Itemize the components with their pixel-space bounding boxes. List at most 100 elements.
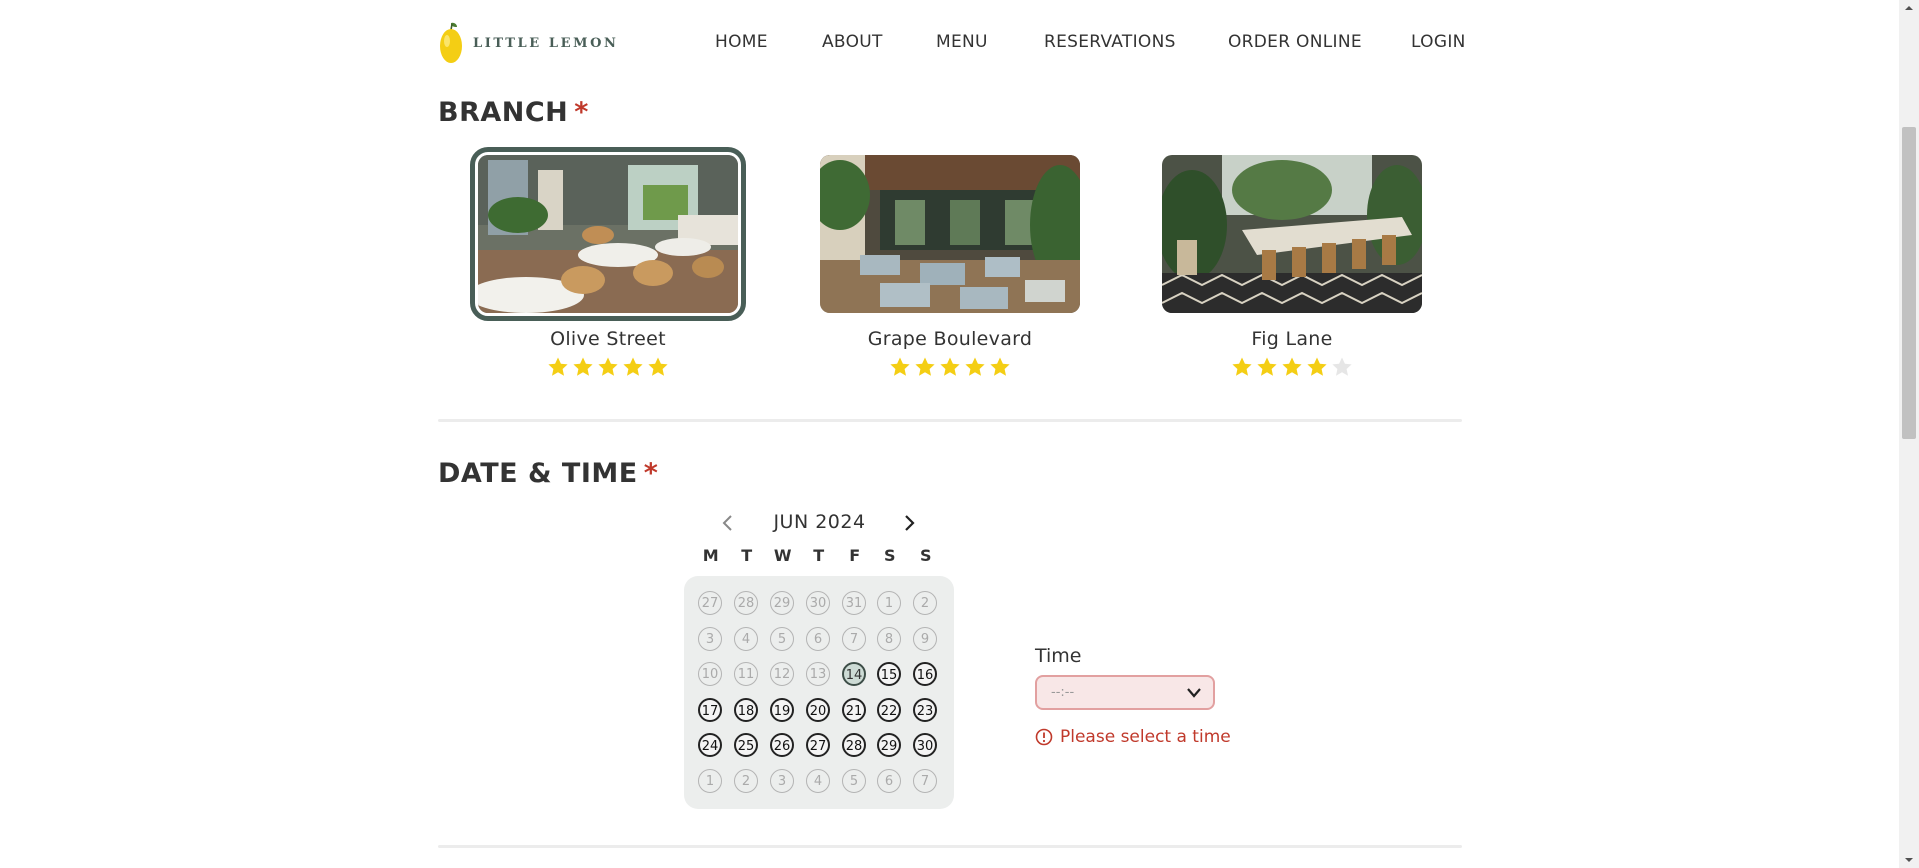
weekday-label: F bbox=[849, 546, 861, 565]
weekday-label: S bbox=[883, 546, 897, 565]
weekday-label: M bbox=[702, 546, 720, 565]
page: LITTLE LEMON HOME ABOUT MENU RESERVATION… bbox=[0, 0, 1899, 868]
calendar-day: 7 bbox=[842, 626, 866, 651]
nav-login[interactable]: LOGIN bbox=[1411, 32, 1466, 52]
required-mark: * bbox=[643, 458, 659, 489]
calendar-month-label: JUN 2024 bbox=[773, 511, 866, 533]
calendar-day: 5 bbox=[770, 626, 794, 651]
star-icon bbox=[940, 357, 960, 376]
calendar-day[interactable]: 23 bbox=[913, 697, 937, 722]
star-icon bbox=[598, 357, 618, 376]
branch-photo-grape-boulevard bbox=[820, 155, 1080, 313]
nav-home[interactable]: HOME bbox=[715, 32, 768, 52]
branch-card-grape-boulevard[interactable]: Grape Boulevard bbox=[820, 155, 1080, 378]
calendar-day: 13 bbox=[806, 662, 830, 686]
calendar-day[interactable]: 19 bbox=[770, 697, 794, 722]
time-label: Time bbox=[1035, 645, 1082, 667]
calendar-day: 29 bbox=[770, 591, 794, 615]
calendar-day: 12 bbox=[770, 662, 794, 686]
branch-photo-olive-street bbox=[470, 147, 746, 321]
star-icon bbox=[1282, 357, 1302, 376]
calendar-day[interactable]: 25 bbox=[734, 733, 758, 757]
star-rating bbox=[1162, 356, 1422, 378]
calendar-day[interactable]: 22 bbox=[877, 697, 901, 722]
star-icon bbox=[548, 357, 568, 376]
nav-about[interactable]: ABOUT bbox=[822, 32, 883, 52]
nav-order-online[interactable]: ORDER ONLINE bbox=[1228, 32, 1362, 52]
calendar-day: 10 bbox=[698, 662, 722, 686]
calendar-day: 31 bbox=[842, 591, 866, 615]
star-icon bbox=[623, 357, 643, 376]
required-mark: * bbox=[574, 97, 589, 128]
branch-photo-fig-lane bbox=[1162, 155, 1422, 313]
star-icon bbox=[1232, 357, 1252, 376]
branch-card-fig-lane[interactable]: Fig Lane bbox=[1162, 155, 1422, 378]
main-nav: HOME ABOUT MENU RESERVATIONS ORDER ONLIN… bbox=[0, 32, 1899, 54]
calendar-day: 5 bbox=[842, 768, 866, 793]
chevron-down-icon bbox=[1187, 688, 1201, 698]
calendar-day: 2 bbox=[913, 591, 937, 615]
star-icon bbox=[915, 357, 935, 376]
star-icon bbox=[1332, 357, 1352, 376]
time-error: Please select a time bbox=[1035, 727, 1231, 747]
page-scrollbar[interactable] bbox=[1899, 0, 1919, 868]
calendar-day: 30 bbox=[806, 591, 830, 615]
weekday-label: T bbox=[741, 546, 753, 565]
branch-name: Olive Street bbox=[550, 328, 666, 350]
calendar-day[interactable]: 30 bbox=[913, 733, 937, 757]
star-icon bbox=[890, 357, 910, 376]
branch-name: Fig Lane bbox=[1251, 328, 1333, 350]
calendar-day[interactable]: 28 bbox=[842, 733, 866, 757]
calendar-day[interactable]: 15 bbox=[877, 662, 901, 686]
star-icon bbox=[990, 357, 1010, 376]
calendar-day[interactable]: 26 bbox=[770, 733, 794, 757]
calendar-day: 4 bbox=[734, 626, 758, 651]
calendar-day: 7 bbox=[913, 768, 937, 793]
scroll-up-icon[interactable] bbox=[1899, 0, 1919, 16]
star-icon bbox=[1257, 357, 1277, 376]
section-divider bbox=[438, 845, 1462, 848]
calendar-day[interactable]: 24 bbox=[698, 733, 722, 757]
branch-heading: BRANCH * bbox=[438, 97, 589, 128]
star-icon bbox=[648, 357, 668, 376]
calendar-day[interactable]: 18 bbox=[734, 697, 758, 722]
calendar-day: 1 bbox=[877, 591, 901, 615]
calendar-day: 27 bbox=[698, 591, 722, 615]
calendar-grid: 27 28 29 30 31 1 2 3 4 5 6 7 8 9 10 11 12 13 14 15 16 17 18 19 2… bbox=[684, 576, 954, 809]
calendar-day: 4 bbox=[806, 768, 830, 793]
chevron-right-icon[interactable] bbox=[898, 512, 920, 534]
nav-menu[interactable]: MENU bbox=[936, 32, 988, 52]
scroll-down-icon[interactable] bbox=[1899, 852, 1919, 868]
calendar-day: 2 bbox=[734, 768, 758, 793]
calendar-day[interactable]: 17 bbox=[698, 697, 722, 722]
calendar-day[interactable]: 20 bbox=[806, 697, 830, 722]
branch-name: Grape Boulevard bbox=[867, 328, 1033, 350]
calendar-day: 3 bbox=[698, 626, 722, 651]
weekday-label: T bbox=[813, 546, 825, 565]
time-error-text: Please select a time bbox=[1060, 727, 1231, 747]
calendar-day: 9 bbox=[913, 626, 937, 651]
calendar-day: 8 bbox=[877, 626, 901, 651]
calendar-day: 6 bbox=[806, 626, 830, 651]
branch-heading-text: BRANCH bbox=[438, 97, 569, 128]
calendar-day[interactable]: 27 bbox=[806, 733, 830, 757]
calendar-day: 3 bbox=[770, 768, 794, 793]
calendar-day[interactable]: 21 bbox=[842, 697, 866, 722]
calendar-day: 28 bbox=[734, 591, 758, 615]
branch-card-olive-street[interactable]: Olive Street bbox=[470, 147, 746, 378]
star-icon bbox=[573, 357, 593, 376]
section-divider bbox=[438, 419, 1462, 422]
time-select[interactable]: --:-- bbox=[1035, 675, 1215, 710]
calendar-day: 11 bbox=[734, 662, 758, 686]
star-icon bbox=[965, 357, 985, 376]
star-rating bbox=[820, 356, 1080, 378]
nav-reservations[interactable]: RESERVATIONS bbox=[1044, 32, 1176, 52]
datetime-heading-text: DATE & TIME bbox=[438, 458, 638, 489]
scrollbar-thumb[interactable] bbox=[1902, 127, 1916, 439]
time-select-value: --:-- bbox=[1051, 685, 1075, 700]
calendar-day[interactable]: 16 bbox=[913, 662, 937, 686]
calendar-day[interactable]: 29 bbox=[877, 733, 901, 757]
weekday-label: S bbox=[919, 546, 933, 565]
calendar-day-selected[interactable]: 14 bbox=[842, 662, 866, 686]
chevron-left-icon[interactable] bbox=[717, 512, 739, 534]
